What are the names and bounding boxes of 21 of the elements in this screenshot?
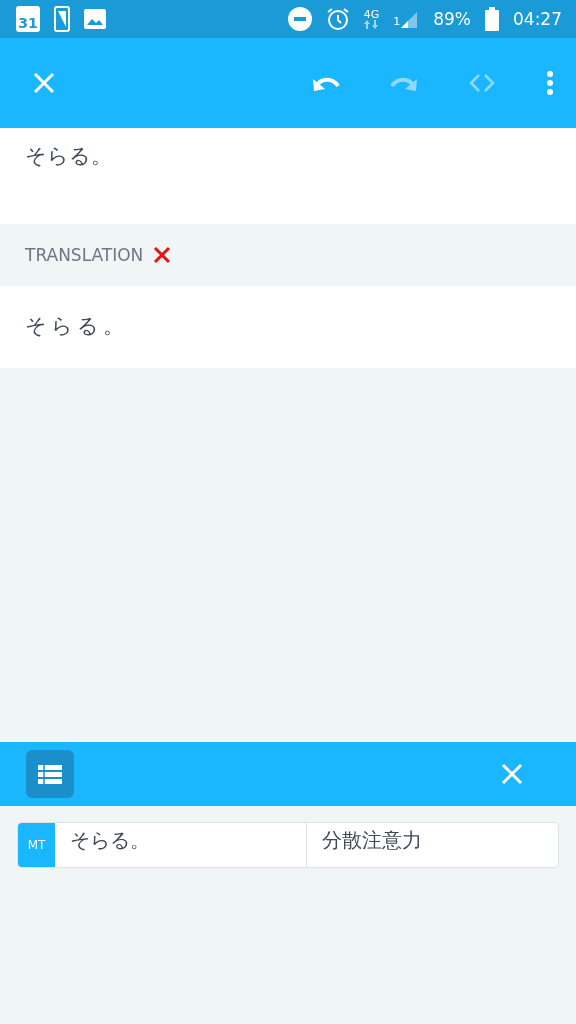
list-view-button[interactable] [26,750,74,798]
translation-field[interactable]: そらる。 [0,286,576,368]
sim-number: 1 [393,15,401,28]
translation-label: TRANSLATION [25,245,144,265]
network-type: 4G [363,9,380,20]
suggestion-source: そらる。 [69,827,151,854]
mt-badge: MT [18,823,55,867]
image-icon [84,9,106,29]
clock-time: 04:27 [513,9,562,29]
suggestion-row[interactable]: MT そらる。 分散注意力 [17,822,559,868]
battery-percent: 89% [433,9,471,29]
battery-icon [485,7,499,31]
alarm-clock-icon [325,7,350,31]
suggestion-target: 分散注意力 [306,823,558,867]
do-not-disturb-icon [287,7,312,31]
phone-icon [54,6,70,32]
more-icon [544,68,556,98]
source-text: そらる。 [0,128,576,224]
signal-icon [401,10,420,28]
calendar-day: 31 [18,14,38,32]
data-arrows-icon [364,20,379,29]
